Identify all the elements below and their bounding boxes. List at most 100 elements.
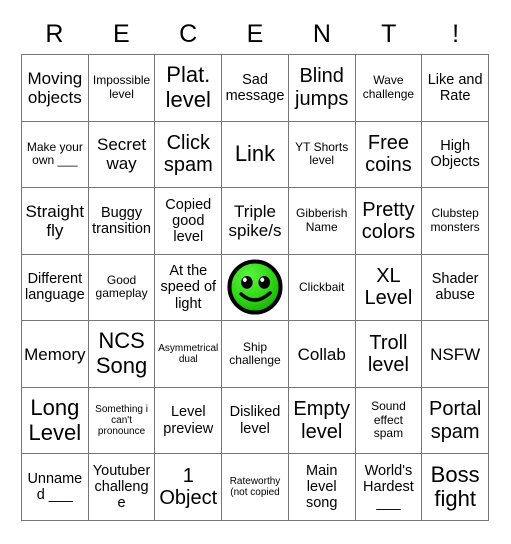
bingo-cell[interactable]: Youtuber challenge xyxy=(88,454,156,521)
bingo-cell-label: Asymmetrical dual xyxy=(158,342,219,366)
bingo-cell[interactable]: Pretty colors xyxy=(355,188,423,255)
bingo-cell[interactable]: Gibberish Name xyxy=(288,188,356,255)
bingo-cell[interactable]: XL Level xyxy=(355,254,423,322)
bingo-cell[interactable]: Triple spike/s xyxy=(222,188,289,255)
bingo-cell-label: Buggy transition xyxy=(92,204,151,237)
bingo-cell-label: Troll level xyxy=(367,331,409,377)
bingo-cell[interactable]: Impossible level xyxy=(88,55,156,122)
bingo-cell[interactable]: NSFW xyxy=(422,321,489,388)
bingo-cell[interactable]: Shader abuse xyxy=(422,254,489,322)
bingo-cell[interactable]: Good gameplay xyxy=(88,254,156,322)
bingo-cell[interactable]: Memory xyxy=(22,321,89,388)
bingo-cell[interactable]: Click spam xyxy=(155,121,223,189)
bingo-cell-label: Pretty colors xyxy=(361,198,416,243)
bingo-cell[interactable]: Like and Rate xyxy=(422,55,489,122)
bingo-cell[interactable]: Plat. level xyxy=(155,55,223,122)
bingo-cell[interactable]: YT Shorts level xyxy=(288,121,356,189)
bingo-free-space-cell[interactable] xyxy=(222,254,289,322)
bingo-card: R E C E N T ! Moving objects Impossible l… xyxy=(0,0,511,544)
bingo-cell-label: Ship challenge xyxy=(229,339,281,368)
bingo-cell-label: Portal spam xyxy=(429,398,482,443)
bingo-cell[interactable]: Long Level xyxy=(22,387,89,455)
bingo-cell[interactable]: Free coins xyxy=(355,121,423,189)
bingo-cell-label: Main level song xyxy=(305,462,338,512)
bingo-cell-label: Shader abuse xyxy=(431,271,479,304)
bingo-cell-label: YT Shorts level xyxy=(295,139,349,168)
bingo-cell[interactable]: Blind jumps xyxy=(288,55,356,122)
header-letter: ! xyxy=(452,19,460,48)
bingo-cell-label: Youtuber challenge xyxy=(92,462,151,512)
bingo-cell-label: Something i can't pronounce xyxy=(95,403,148,438)
bingo-cell-label: Make your own ___ xyxy=(26,139,83,168)
bingo-cell-label: Different language xyxy=(25,271,85,304)
bingo-cell-label: Good gameplay xyxy=(95,273,148,301)
bingo-cell-label: Collab xyxy=(297,344,346,364)
bingo-cell[interactable]: At the speed of light xyxy=(155,254,223,322)
geometry-dash-cube-face-icon xyxy=(227,259,283,316)
bingo-cell-label: Rateworthy (not copied xyxy=(229,476,281,499)
bingo-cell-label: Impossible level xyxy=(92,73,151,101)
bingo-cell[interactable]: Ship challenge xyxy=(222,321,289,388)
bingo-cell-label: Blind jumps xyxy=(295,65,349,110)
bingo-cell-label: Link xyxy=(234,141,276,167)
bingo-cell-label: Like and Rate xyxy=(427,71,483,104)
bingo-cell[interactable]: Rateworthy (not copied xyxy=(222,454,289,521)
bingo-cell-label: Clubstep monsters xyxy=(430,206,480,234)
bingo-grid: Moving objects Impossible level Plat. leve… xyxy=(21,54,489,521)
bingo-header: R E C E N T ! xyxy=(21,14,489,54)
bingo-cell[interactable]: Level preview xyxy=(155,387,223,455)
bingo-cell-label: Wave challenge xyxy=(362,73,415,101)
bingo-cell-label: World's Hardest ___ xyxy=(363,462,414,512)
bingo-cell[interactable]: Wave challenge xyxy=(355,55,423,122)
bingo-cell[interactable]: Unnamed ___ xyxy=(22,454,89,521)
bingo-cell-label: High Objects xyxy=(430,138,480,171)
bingo-cell[interactable]: Link xyxy=(222,121,289,189)
bingo-cell-label: Click spam xyxy=(163,131,213,177)
bingo-cell[interactable]: Empty level xyxy=(288,387,356,455)
bingo-cell-label: NSFW xyxy=(430,344,481,364)
header-letter: C xyxy=(179,19,198,48)
bingo-cell-label: 1 Object xyxy=(159,464,218,510)
bingo-cell[interactable]: Clubstep monsters xyxy=(422,188,489,255)
bingo-cell[interactable]: World's Hardest ___ xyxy=(355,454,423,521)
bingo-cell-label: Disliked level xyxy=(229,404,281,437)
bingo-cell[interactable]: Clickbait xyxy=(288,254,356,322)
bingo-cell[interactable]: 1 Object xyxy=(155,454,223,521)
bingo-cell[interactable]: Make your own ___ xyxy=(22,121,89,189)
bingo-cell[interactable]: Main level song xyxy=(288,454,356,521)
bingo-cell-label: Boss fight xyxy=(430,461,480,512)
bingo-cell-label: At the speed of light xyxy=(160,263,217,312)
header-letter: E xyxy=(246,19,264,48)
header-letter: R xyxy=(45,19,64,48)
bingo-cell[interactable]: Different language xyxy=(22,254,89,322)
bingo-cell-label: Triple spike/s xyxy=(228,201,282,240)
bingo-cell-label: Copied good level xyxy=(165,196,212,246)
bingo-cell[interactable]: Sad message xyxy=(222,55,289,122)
bingo-cell[interactable]: Disliked level xyxy=(222,387,289,455)
bingo-cell[interactable]: Troll level xyxy=(355,321,423,388)
bingo-cell-label: Secret way xyxy=(96,135,147,174)
bingo-cell[interactable]: Asymmetrical dual xyxy=(155,321,223,388)
bingo-cell[interactable]: Collab xyxy=(288,321,356,388)
header-letter: N xyxy=(312,19,331,48)
header-letter: T xyxy=(381,19,397,48)
bingo-cell[interactable]: Portal spam xyxy=(422,387,489,455)
bingo-cell[interactable]: Boss fight xyxy=(422,454,489,521)
bingo-cell-label: Free coins xyxy=(365,131,412,177)
bingo-cell[interactable]: Buggy transition xyxy=(88,188,156,255)
bingo-cell[interactable]: Straight fly xyxy=(22,188,89,255)
bingo-cell-label: Straight fly xyxy=(25,201,85,240)
bingo-cell-label: XL Level xyxy=(364,265,413,310)
bingo-cell[interactable]: Copied good level xyxy=(155,188,223,255)
bingo-cell-label: Moving objects xyxy=(27,68,83,107)
bingo-cell-label: Gibberish Name xyxy=(296,206,348,234)
bingo-cell[interactable]: Secret way xyxy=(88,121,156,189)
bingo-cell[interactable]: Something i can't pronounce xyxy=(88,387,156,455)
bingo-cell[interactable]: Moving objects xyxy=(22,55,89,122)
bingo-cell[interactable]: High Objects xyxy=(422,121,489,189)
bingo-cell-label: Empty level xyxy=(293,398,351,443)
bingo-cell-label: Level preview xyxy=(163,404,214,437)
bingo-cell-label: NCS Song xyxy=(95,328,148,379)
bingo-cell[interactable]: NCS Song xyxy=(88,321,156,388)
bingo-cell[interactable]: Sound effect spam xyxy=(355,387,423,455)
